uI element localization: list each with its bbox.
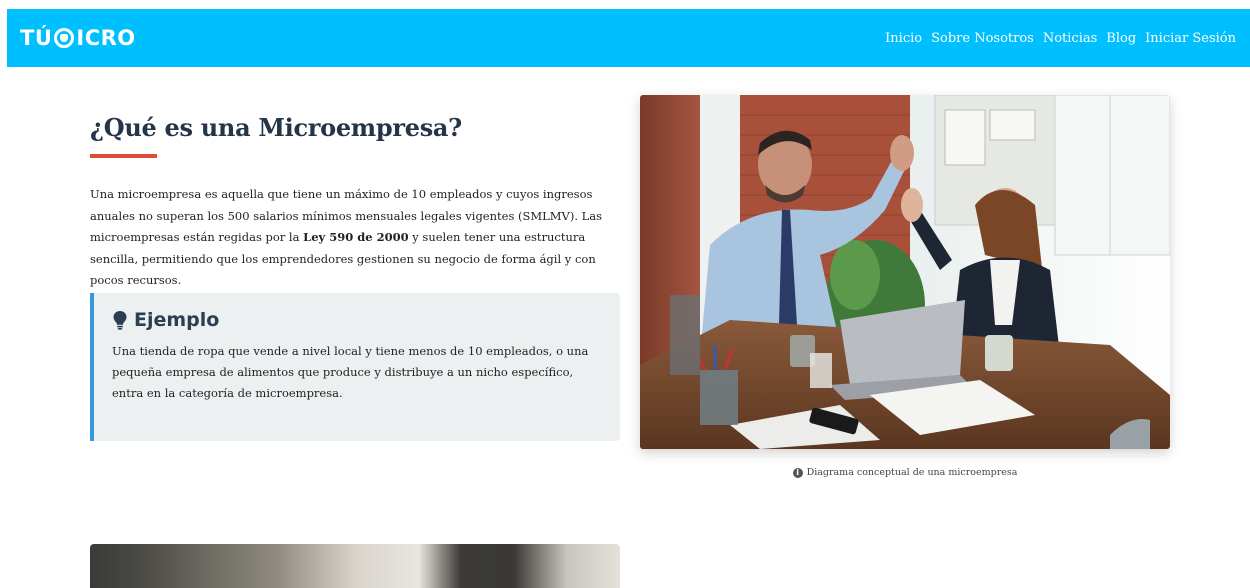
nav-link-sobre-nosotros[interactable]: Sobre Nosotros <box>931 31 1034 46</box>
hero-photo <box>640 95 1170 449</box>
section-two-photo <box>90 544 620 588</box>
logo-text-right: ICRO <box>76 26 136 50</box>
office-high-five-image <box>640 95 1170 449</box>
logo-mark-icon <box>54 28 75 48</box>
caption-text: Diagrama conceptual de una microempresa <box>806 467 1018 478</box>
intro-paragraph: Una microempresa es aquella que tiene un… <box>90 184 620 292</box>
example-callout: Ejemplo Una tienda de ropa que vende a n… <box>90 293 620 441</box>
example-text: Una tienda de ropa que vende a nivel loc… <box>112 344 589 400</box>
navbar: TÚ ICRO Inicio Sobre Nosotros Noticias B… <box>7 9 1250 67</box>
photo-caption: i Diagrama conceptual de una microempres… <box>640 467 1170 478</box>
lightbulb-icon <box>113 311 127 330</box>
logo[interactable]: TÚ ICRO <box>20 26 136 50</box>
title-underline <box>90 154 157 158</box>
nav-link-blog[interactable]: Blog <box>1106 31 1136 46</box>
nav-link-iniciar-sesion[interactable]: Iniciar Sesión <box>1145 31 1236 46</box>
example-heading: Ejemplo <box>112 309 602 331</box>
logo-text-left: TÚ <box>20 26 53 50</box>
nav-link-noticias[interactable]: Noticias <box>1043 31 1097 46</box>
info-icon: i <box>792 467 803 478</box>
nav-links: Inicio Sobre Nosotros Noticias Blog Inic… <box>885 31 1236 46</box>
page-title: ¿Qué es una Microempresa? <box>90 113 462 142</box>
nav-link-inicio[interactable]: Inicio <box>885 31 922 46</box>
law-reference: Ley 590 de 2000 <box>303 230 409 244</box>
example-title: Ejemplo <box>134 309 220 331</box>
